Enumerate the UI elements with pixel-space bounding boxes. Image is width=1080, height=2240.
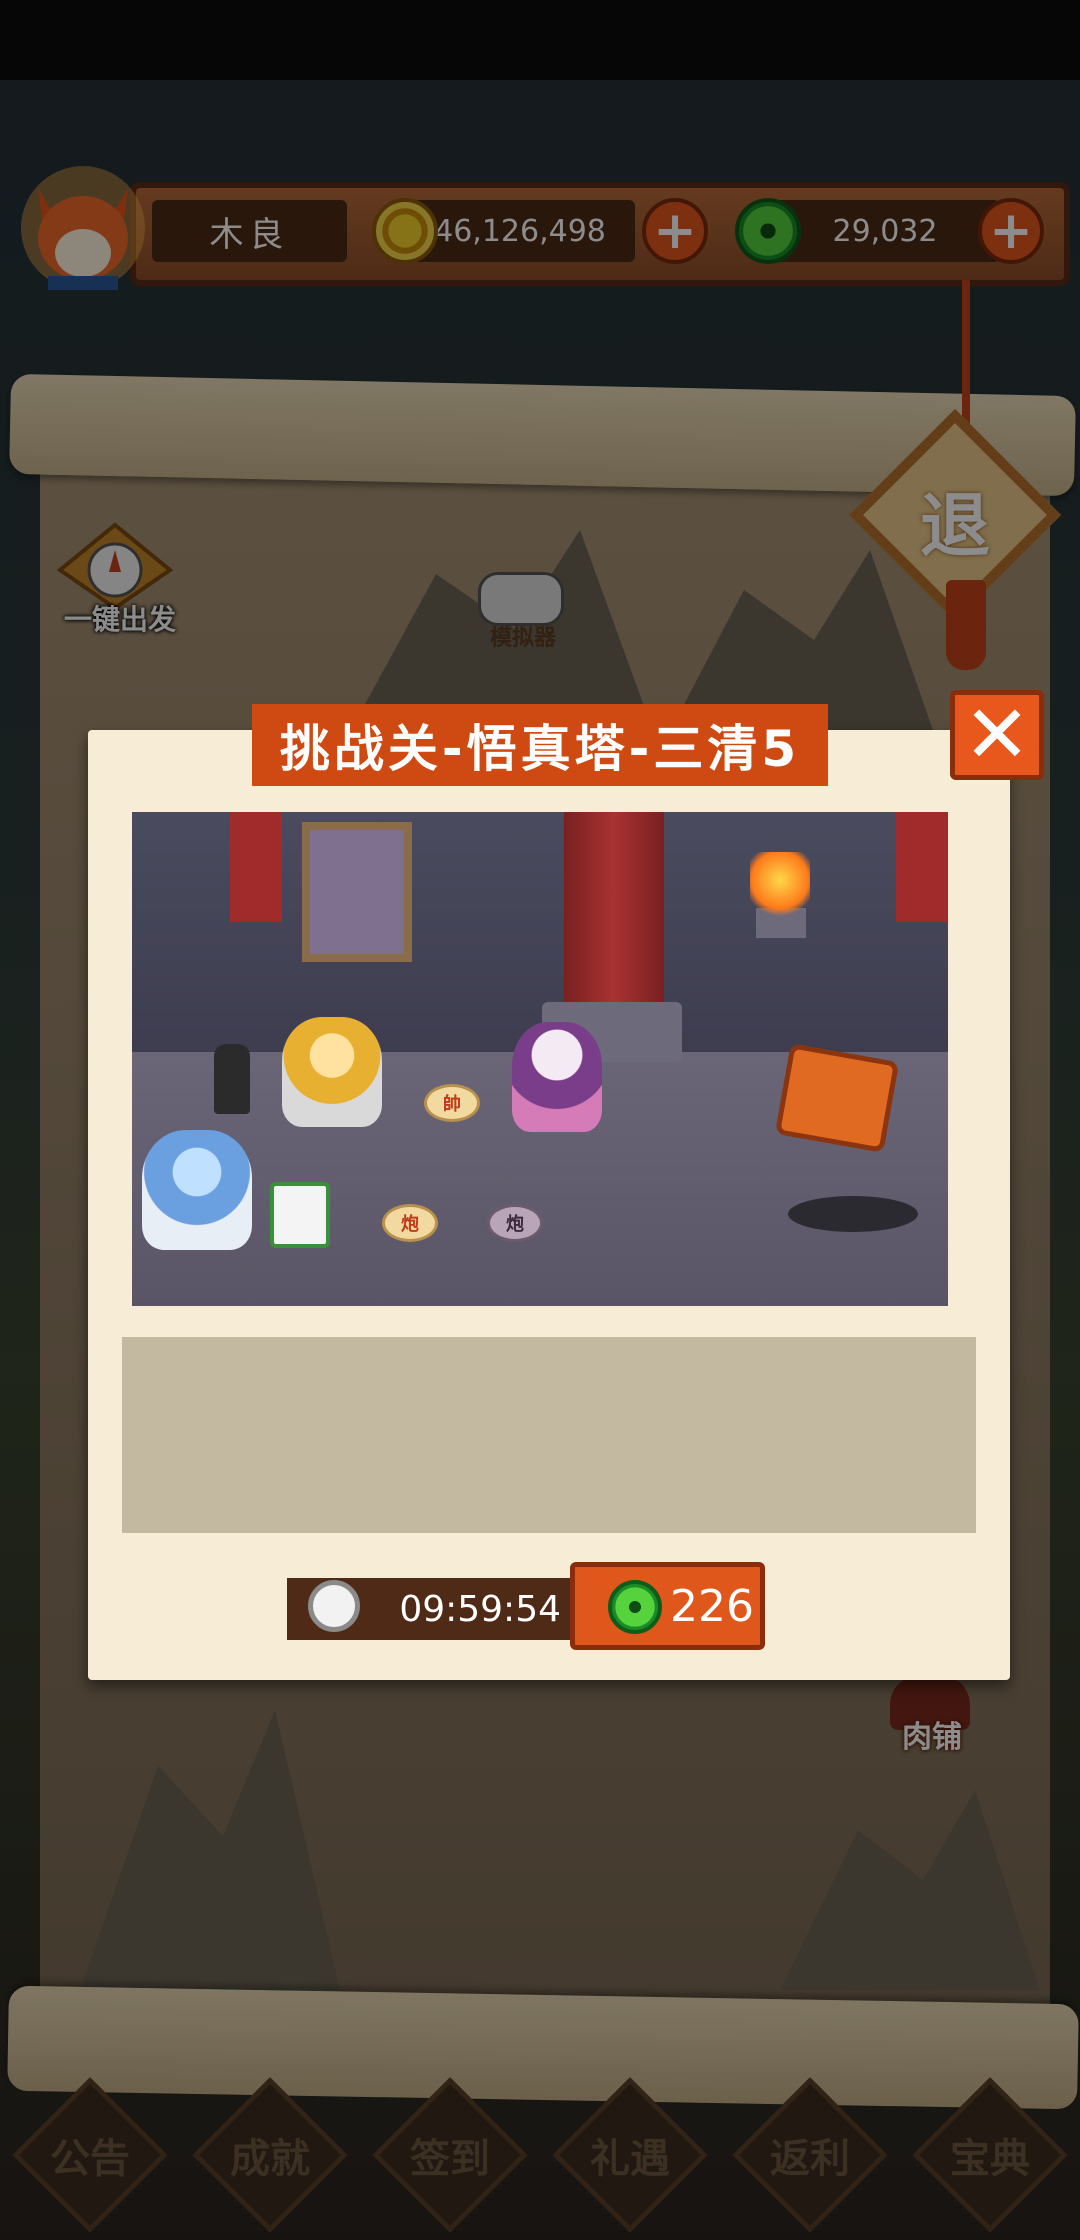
gold-coin-icon: [372, 198, 438, 264]
fox-avatar-icon[interactable]: [18, 158, 148, 308]
cost-value: 226: [670, 1580, 754, 1632]
red-banner: [896, 812, 948, 922]
battle-scene: 帥 炮 炮: [132, 812, 948, 1306]
nav-label: 公告: [50, 2136, 130, 2182]
nav-guide[interactable]: 宝典: [912, 2077, 1068, 2233]
auto-depart-label[interactable]: 一键出发: [40, 598, 200, 638]
red-banner: [230, 812, 282, 922]
exit-tassel: [946, 580, 986, 670]
mahjong-tile-icon: [270, 1182, 330, 1248]
gamepad-icon[interactable]: [478, 572, 564, 626]
bottom-nav: 公告 成就 签到 礼遇 返利 宝典: [0, 2070, 1080, 2240]
chess-piece-pao-red: 炮: [382, 1204, 438, 1242]
nav-announcement[interactable]: 公告: [12, 2077, 168, 2233]
stopwatch-icon: [308, 1580, 360, 1632]
challenge-cost-button[interactable]: 226: [570, 1562, 765, 1650]
nav-label: 成就: [230, 2136, 310, 2182]
witch-enemy-character: [512, 1022, 602, 1132]
golden-hero-character: [282, 1017, 382, 1127]
nav-label: 签到: [410, 2136, 490, 2182]
add-jade-button[interactable]: +: [978, 198, 1044, 264]
jade-coin-icon: [608, 1580, 662, 1634]
info-panel: [122, 1337, 976, 1533]
status-band: [0, 0, 1080, 80]
floor-hole: [788, 1196, 918, 1232]
nav-achievement[interactable]: 成就: [192, 2077, 348, 2233]
angel-hero-character: [142, 1130, 252, 1250]
mountain-icon: [780, 1790, 1040, 1990]
broken-window: [302, 822, 412, 962]
nav-signin[interactable]: 签到: [372, 2077, 528, 2233]
add-gold-button[interactable]: +: [642, 198, 708, 264]
torch-flame-icon: [750, 852, 810, 922]
jade-coin-icon: [735, 198, 801, 264]
gold-amount: 46,126,498: [405, 200, 635, 262]
exit-label[interactable]: 退: [880, 470, 1030, 571]
close-icon: ✕: [963, 688, 1031, 781]
compass-icon[interactable]: [55, 520, 175, 611]
emulator-label[interactable]: 模拟器: [468, 620, 578, 652]
chess-piece-shuai: 帥: [424, 1084, 480, 1122]
slot-machine-icon: [774, 1043, 900, 1153]
nav-rebate[interactable]: 返利: [732, 2077, 888, 2233]
mountain-icon: [80, 1710, 340, 1990]
nav-label: 礼遇: [590, 2136, 670, 2182]
jade-amount: 29,032: [770, 200, 1000, 262]
nav-gift[interactable]: 礼遇: [552, 2077, 708, 2233]
chess-piece-pao-black: 炮: [487, 1204, 543, 1242]
dialog-title: 挑战关-悟真塔-三清5: [252, 704, 828, 786]
shop-label[interactable]: 肉铺: [882, 1712, 982, 1756]
close-button[interactable]: ✕: [950, 690, 1044, 780]
chess-pawn-icon: [214, 1044, 250, 1114]
red-pillar: [564, 812, 664, 1012]
player-name: 木良: [152, 200, 347, 262]
nav-label: 宝典: [950, 2136, 1030, 2182]
nav-label: 返利: [770, 2136, 850, 2182]
